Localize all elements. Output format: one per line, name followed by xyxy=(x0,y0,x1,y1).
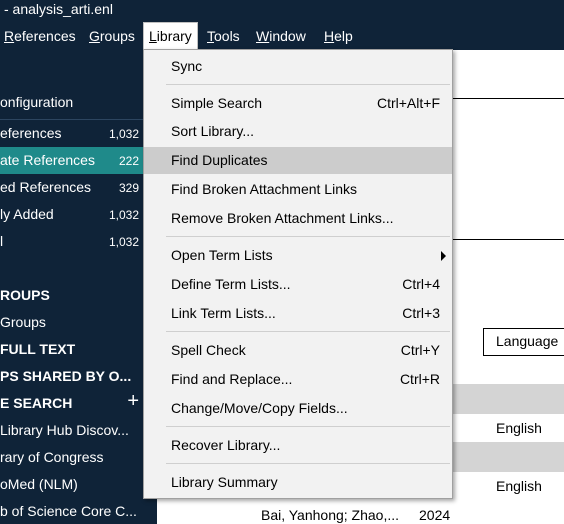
menu-library[interactable]: Library xyxy=(143,22,198,50)
sidebar-item-count: 1,032 xyxy=(108,235,139,249)
library-menu-dropdown: Sync Simple Search Ctrl+Alt+F Sort Libra… xyxy=(143,49,453,499)
menu-groups[interactable]: Groups xyxy=(84,22,140,50)
menu-item-shortcut: Ctrl+Y xyxy=(400,342,440,358)
sidebar-section-label: PS SHARED BY O... xyxy=(0,368,132,384)
sidebar-section-label: FULL TEXT xyxy=(0,341,76,357)
sidebar-section-label: ROUPS xyxy=(0,287,50,303)
sidebar-item-label: ed References xyxy=(0,179,92,195)
menu-item-simple-search[interactable]: Simple Search Ctrl+Alt+F xyxy=(144,90,452,117)
menu-item-label: Open Term Lists xyxy=(171,247,273,263)
menu-item-label: Spell Check xyxy=(171,342,246,358)
menu-item-label: Find and Replace... xyxy=(171,371,293,387)
sidebar-item-recently-added[interactable]: ly Added 1,032 xyxy=(0,201,157,228)
sidebar-item-count: 1,032 xyxy=(108,127,139,141)
table-cell-language: English xyxy=(496,420,542,436)
menu-separator xyxy=(166,331,450,332)
window-title: - analysis_arti.enl xyxy=(4,1,113,17)
sidebar-item-count: 222 xyxy=(118,154,139,168)
menu-item-shortcut: Ctrl+3 xyxy=(402,305,440,321)
sidebar-item-online-web-of-science[interactable]: b of Science Core C... xyxy=(0,498,157,524)
sidebar-item-label: l xyxy=(0,233,4,249)
menu-item-change-move-copy-fields[interactable]: Change/Move/Copy Fields... xyxy=(144,395,452,422)
sidebar-item-count: 329 xyxy=(118,181,139,195)
sidebar-item-label: ly Added xyxy=(0,206,54,222)
menu-item-open-term-lists[interactable]: Open Term Lists xyxy=(144,242,452,269)
sidebar-item-all[interactable]: l 1,032 xyxy=(0,228,157,255)
menu-item-label: Find Duplicates xyxy=(171,152,268,168)
menu-window[interactable]: Window xyxy=(251,22,311,50)
menu-separator xyxy=(166,236,450,237)
column-header-label: Language xyxy=(496,333,559,349)
menu-item-label: Change/Move/Copy Fields... xyxy=(171,400,348,416)
menu-bar: References Groups Library Tools Window H… xyxy=(0,22,564,50)
table-cell-year: 2024 xyxy=(419,507,451,523)
sidebar-item-online-pubmed[interactable]: oMed (NLM) xyxy=(0,471,157,498)
menu-item-recover-library[interactable]: Recover Library... xyxy=(144,432,452,459)
sidebar-item-online-library-hub[interactable]: Library Hub Discov... xyxy=(0,417,157,444)
groups-sidebar: onfiguration eferences 1,032 ate Referen… xyxy=(0,50,157,524)
menu-item-remove-broken-attachment-links[interactable]: Remove Broken Attachment Links... xyxy=(144,205,452,232)
menu-item-label: Link Term Lists... xyxy=(171,305,276,321)
menu-item-library-summary[interactable]: Library Summary xyxy=(144,469,452,496)
sidebar-item-online-library-of-congress[interactable]: rary of Congress xyxy=(0,444,157,471)
menu-item-spell-check[interactable]: Spell Check Ctrl+Y xyxy=(144,337,452,364)
menu-item-link-term-lists[interactable]: Link Term Lists... Ctrl+3 xyxy=(144,300,452,327)
menu-item-label: Sync xyxy=(171,58,203,74)
menu-item-label: Simple Search xyxy=(171,95,263,111)
menu-item-label: Recover Library... xyxy=(171,437,281,453)
sidebar-section-full-text[interactable]: FULL TEXT xyxy=(0,336,157,363)
sidebar-item-count: 1,032 xyxy=(108,208,139,222)
sidebar-item-label: eferences xyxy=(0,125,62,141)
submenu-arrow-icon xyxy=(441,251,446,261)
divider xyxy=(447,98,564,99)
menu-help[interactable]: Help xyxy=(319,22,358,50)
column-header-language[interactable]: Language xyxy=(483,328,564,356)
menu-item-shortcut: Ctrl+Alt+F xyxy=(376,95,440,111)
sidebar-section-online-search[interactable]: E SEARCH + xyxy=(0,390,157,417)
sidebar-item-imported-references[interactable]: ed References 329 xyxy=(0,174,157,201)
menu-item-find-and-replace[interactable]: Find and Replace... Ctrl+R xyxy=(144,366,452,393)
sidebar-item-all-references[interactable]: eferences 1,032 xyxy=(0,120,157,147)
add-icon[interactable]: + xyxy=(127,390,139,413)
sidebar-item-duplicate-references[interactable]: ate References 222 xyxy=(0,147,157,174)
title-bar: - analysis_arti.enl xyxy=(0,0,564,22)
menu-item-shortcut: Ctrl+4 xyxy=(402,276,440,292)
menu-item-sort-library[interactable]: Sort Library... xyxy=(144,118,452,145)
menu-references[interactable]: References xyxy=(0,22,81,50)
menu-item-label: Find Broken Attachment Links xyxy=(171,181,357,197)
menu-separator xyxy=(166,463,450,464)
divider xyxy=(447,239,564,240)
sidebar-section-groups[interactable]: ROUPS xyxy=(0,282,157,309)
menu-item-label: Define Term Lists... xyxy=(171,276,291,292)
sidebar-item-label: onfiguration xyxy=(0,94,74,110)
sidebar-section-label: E SEARCH xyxy=(0,395,73,411)
menu-item-shortcut: Ctrl+R xyxy=(399,371,440,387)
sidebar-item-label: rary of Congress xyxy=(0,449,104,465)
table-cell-language: English xyxy=(496,478,542,494)
menu-item-label: Remove Broken Attachment Links... xyxy=(171,210,394,226)
sidebar-item-label: Library Hub Discov... xyxy=(0,422,129,438)
sidebar-item-configuration[interactable]: onfiguration xyxy=(0,89,157,116)
menu-tools[interactable]: Tools xyxy=(202,22,245,50)
sidebar-item-label: b of Science Core C... xyxy=(0,503,137,519)
menu-item-find-broken-attachment-links[interactable]: Find Broken Attachment Links xyxy=(144,176,452,203)
menu-item-find-duplicates[interactable]: Find Duplicates xyxy=(144,147,452,174)
menu-item-label: Library Summary xyxy=(171,474,278,490)
table-cell-author: Bai, Yanhong; Zhao,... xyxy=(261,507,400,523)
sidebar-item-label: Groups xyxy=(0,314,46,330)
menu-item-label: Sort Library... xyxy=(171,123,254,139)
menu-separator xyxy=(166,84,450,85)
sidebar-item-label: oMed (NLM) xyxy=(0,476,78,492)
sidebar-item-my-groups[interactable]: Groups xyxy=(0,309,157,336)
sidebar-item-label: ate References xyxy=(0,152,95,168)
menu-separator xyxy=(166,426,450,427)
menu-item-define-term-lists[interactable]: Define Term Lists... Ctrl+4 xyxy=(144,271,452,298)
menu-item-sync[interactable]: Sync xyxy=(144,53,452,80)
sidebar-section-shared-groups[interactable]: PS SHARED BY O... xyxy=(0,363,157,390)
